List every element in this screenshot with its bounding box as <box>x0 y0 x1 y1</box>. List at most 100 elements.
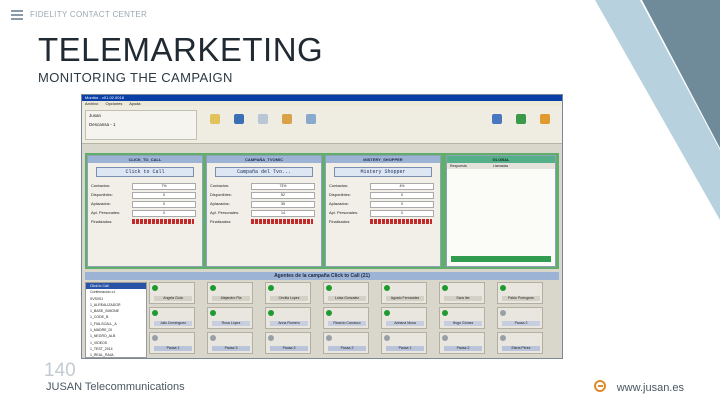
toolbar-button[interactable] <box>228 112 250 134</box>
agent-status-icon <box>500 335 506 341</box>
agent-status-icon <box>326 310 332 316</box>
agent-name: Cecilia Lopez <box>270 296 308 301</box>
campaign-panel: CLICK_TO_CALL Click to Call Contactos: 7%… <box>87 155 203 267</box>
tree-item[interactable]: 1_REAL_RAUL <box>86 352 146 358</box>
agent-tile[interactable]: Sara Ibe <box>439 282 485 304</box>
row-value: 73% <box>251 183 315 190</box>
user-status: Descansa - 1 <box>89 122 116 127</box>
column-header: Respuesta <box>450 164 467 168</box>
row-label: Finalizados: <box>329 219 351 224</box>
agent-name: Julio Domínguez <box>154 321 192 326</box>
agent-name: Pablo Portugues <box>502 296 540 301</box>
row-label: Finalizados: <box>210 219 232 224</box>
campaign-panel: CAMPAÑA_TVOMIC Campaña del Tvo... Contac… <box>206 155 322 267</box>
row-value: 4% <box>370 183 434 190</box>
progress-bar <box>251 219 313 224</box>
agent-tile[interactable]: Rosa López <box>207 307 253 329</box>
agent-name: Elena Pérez <box>502 346 540 351</box>
row-label: Finalizados: <box>91 219 113 224</box>
agent-tile[interactable]: Pausa 1 <box>149 332 195 354</box>
row-value: 52 <box>251 192 315 199</box>
agent-status-icon <box>384 285 390 291</box>
agent-status-icon <box>384 310 390 316</box>
agent-name: Rosa López <box>212 321 250 326</box>
agent-status-icon <box>268 335 274 341</box>
agent-tile[interactable]: Pablo Portugues <box>497 282 543 304</box>
agent-tile[interactable]: Pausa 1 <box>381 332 427 354</box>
row-label: Aplazados: <box>329 201 349 206</box>
agent-name: Pausa 1 <box>386 346 424 351</box>
agent-tile[interactable]: Elena Pérez <box>497 332 543 354</box>
campaign-button[interactable]: Campaña del Tvo... <box>215 167 313 177</box>
menu-icon[interactable] <box>11 10 23 20</box>
website: www.jusan.es <box>616 382 684 394</box>
row-value: 14 <box>251 210 315 217</box>
agent-status-icon <box>442 310 448 316</box>
agent-status-icon <box>152 285 158 291</box>
row-label: Disponibles: <box>210 192 232 197</box>
toolbar-button[interactable] <box>510 112 532 134</box>
agent-name: Pausa 3 <box>270 346 308 351</box>
page-number: 140 <box>44 360 76 381</box>
agent-name: Pausa 3 <box>212 346 250 351</box>
agent-status-icon <box>268 285 274 291</box>
agent-name: Pausa 2 <box>502 321 540 326</box>
agent-name: Anna Romero <box>270 321 308 326</box>
campaign-button[interactable]: Click to Call <box>96 167 194 177</box>
toolbar-button[interactable] <box>300 112 322 134</box>
agent-tile[interactable]: Julio Domínguez <box>149 307 195 329</box>
agent-status-icon <box>210 335 216 341</box>
agent-tile[interactable]: Pausa 3 <box>265 332 311 354</box>
row-value: 35 <box>251 201 315 208</box>
user-name: Jusan <box>89 113 102 118</box>
campaign-button[interactable]: Mistery Shopper <box>334 167 432 177</box>
campaign-tree[interactable]: Click to Call Confirmacion c1 SVS0S1 1_ALRE… <box>85 282 147 358</box>
toolbar-button[interactable] <box>486 112 508 134</box>
agent-tile[interactable]: Anna Romero <box>265 307 311 329</box>
campaign-panel: MISTERY_SHOPPER Mistery Shopper Contacto… <box>325 155 441 267</box>
agent-status-icon <box>500 285 506 291</box>
toolbar-button[interactable] <box>204 112 226 134</box>
row-value: 0 <box>370 201 434 208</box>
agents-header: Agentes de la campaña Click to Call (21) <box>85 272 559 280</box>
agent-status-icon <box>326 285 332 291</box>
user-box: Jusan Descansa - 1 <box>85 110 197 140</box>
campaign-panels: CLICK_TO_CALL Click to Call Contactos: 7%… <box>85 153 559 269</box>
row-label: Apl. Personales: <box>91 210 121 215</box>
row-value: 0 <box>132 210 196 217</box>
agent-tile[interactable]: Pausa 2 <box>497 307 543 329</box>
row-value: 0 <box>370 210 434 217</box>
agent-tile[interactable]: Pausa 2 <box>439 332 485 354</box>
agent-tile[interactable]: Agusto Fernandez <box>381 282 427 304</box>
toolbar-button[interactable] <box>534 112 556 134</box>
agent-tile[interactable]: Angela Guía <box>149 282 195 304</box>
agent-tile[interactable]: Luisa Gonzalez <box>323 282 369 304</box>
agent-tile[interactable]: Pausa 3 <box>207 332 253 354</box>
agent-status-icon <box>500 310 506 316</box>
row-label: Contactos: <box>91 183 111 188</box>
monitor-app-screenshot: Monitor - v01.02.0018 Archivo Opciones A… <box>81 94 563 359</box>
agent-status-icon <box>152 310 158 316</box>
row-label: Apl. Personales: <box>210 210 240 215</box>
progress-bar <box>370 219 432 224</box>
agent-tile[interactable]: Ricardo Carrasco <box>323 307 369 329</box>
agent-tile[interactable]: Cecilia Lopez <box>265 282 311 304</box>
agent-status-icon <box>442 285 448 291</box>
agent-status-icon <box>268 310 274 316</box>
app-toolbar: Jusan Descansa - 1 <box>82 106 562 144</box>
global-status-bar <box>451 256 551 262</box>
toolbar-button[interactable] <box>252 112 274 134</box>
agent-tile[interactable]: Alejandro Pla <box>207 282 253 304</box>
agent-tile[interactable]: Hugo Gómez <box>439 307 485 329</box>
toolbar-button[interactable] <box>276 112 298 134</box>
column-header: Llamadas <box>493 164 509 168</box>
row-value: 0 <box>132 192 196 199</box>
campaign-header: MISTERY_SHOPPER <box>326 156 440 163</box>
agent-status-icon <box>210 310 216 316</box>
agent-tile[interactable]: Adriana Musa <box>381 307 427 329</box>
row-label: Apl. Personales: <box>329 210 359 215</box>
row-label: Disponibles: <box>91 192 113 197</box>
agent-name: Angela Guía <box>154 296 192 301</box>
agent-tile[interactable]: Pausa 2 <box>323 332 369 354</box>
slide-subtitle: MONITORING THE CAMPAIGN <box>38 70 233 85</box>
